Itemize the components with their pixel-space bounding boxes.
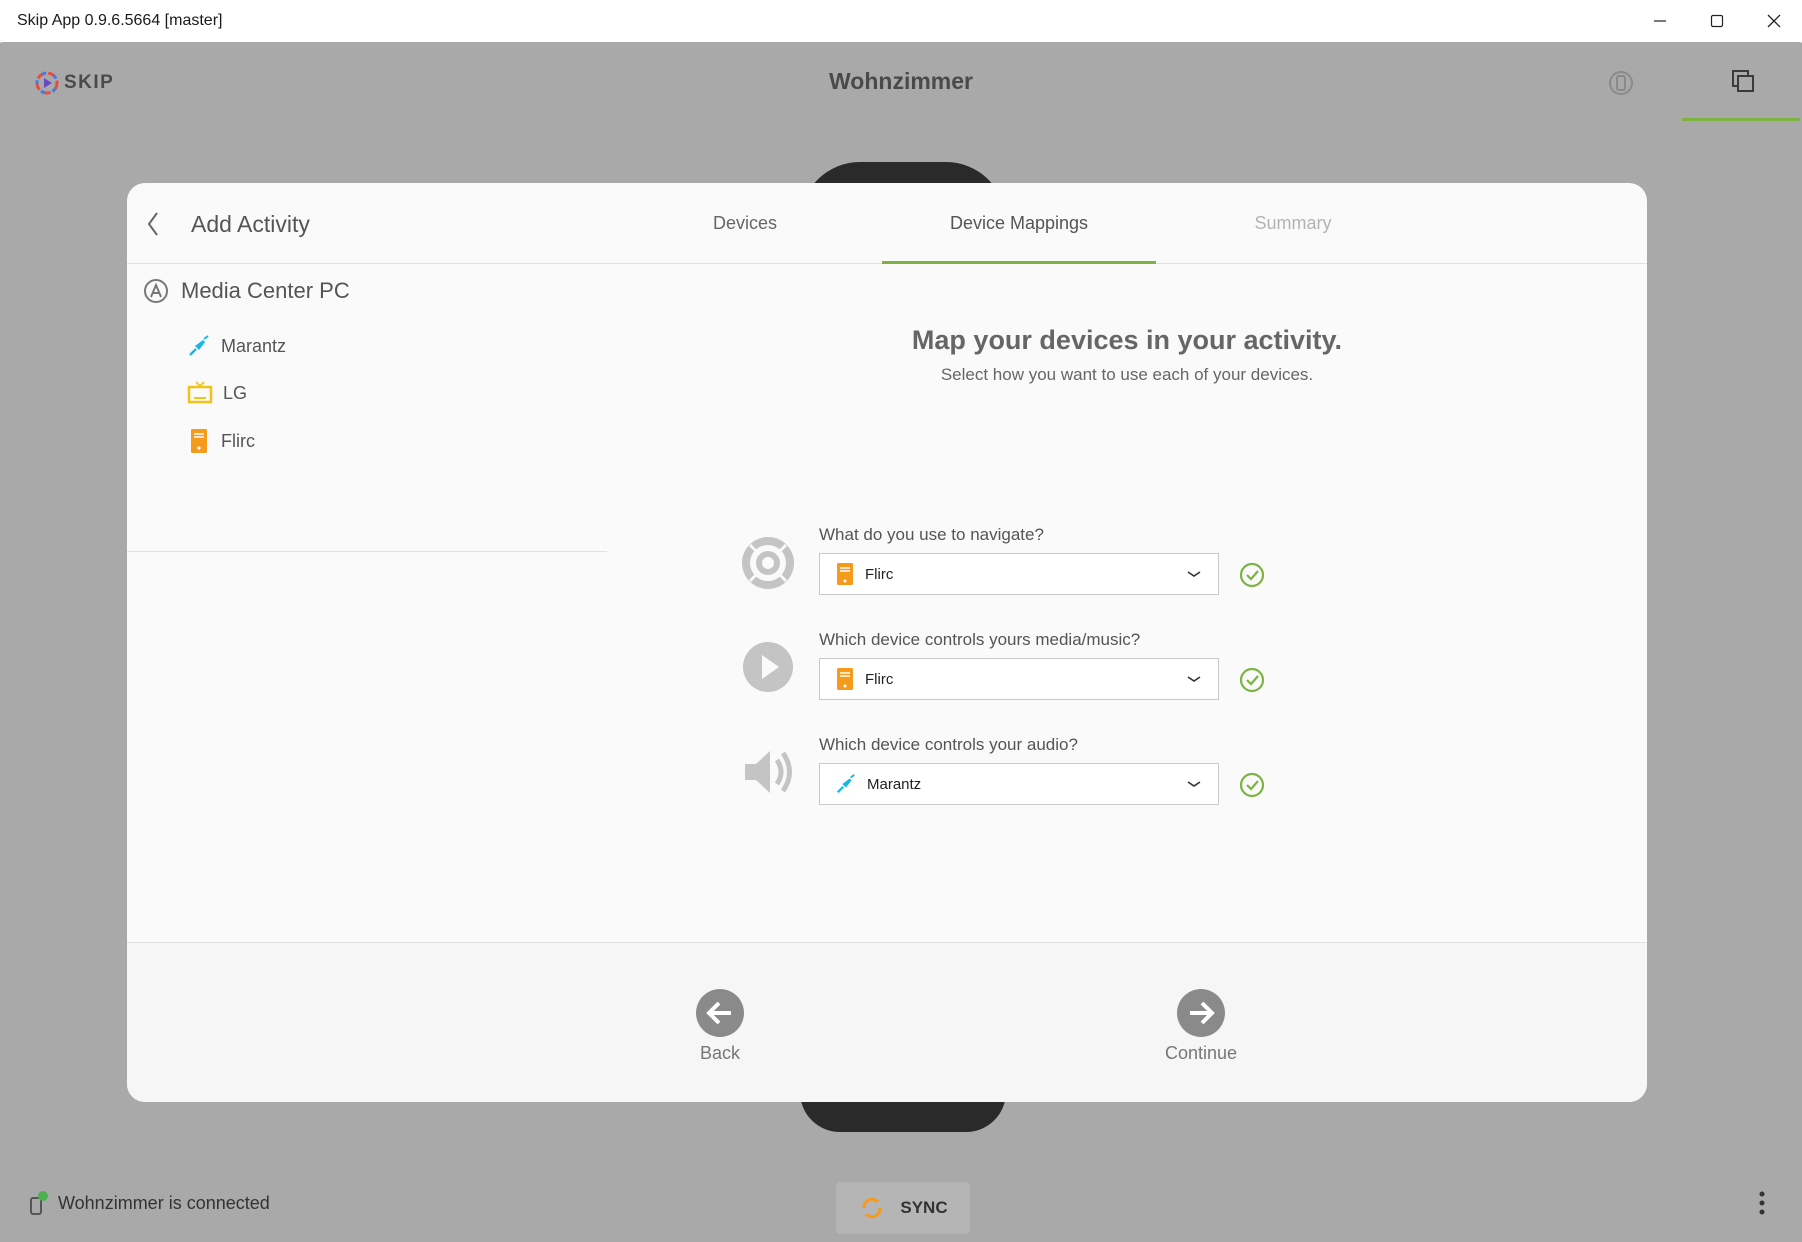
continue-button[interactable]: Continue: [1165, 988, 1237, 1064]
remote-connected-icon: [30, 1191, 48, 1215]
more-options-button[interactable]: [1758, 1190, 1766, 1221]
connection-status: Wohnzimmer is connected: [28, 1190, 270, 1216]
activity-item[interactable]: Media Center PC: [143, 278, 350, 304]
maximize-button[interactable]: [1688, 0, 1745, 42]
window-titlebar: Skip App 0.9.6.5664 [master]: [0, 0, 1802, 43]
header-tab-indicator: [1682, 118, 1800, 121]
audio-cable-icon: [189, 335, 209, 356]
play-icon: [742, 641, 794, 698]
close-icon: [1767, 14, 1780, 28]
dialog-title: Add Activity: [191, 211, 310, 237]
check-circle-icon: [1239, 667, 1265, 698]
sync-button[interactable]: SYNC: [836, 1182, 970, 1234]
tab-devices[interactable]: Devices: [608, 183, 882, 263]
maximize-icon: [1710, 14, 1723, 28]
navigate-device-select[interactable]: Flirc: [819, 553, 1219, 595]
back-label: Back: [699, 1043, 741, 1063]
audio-question: Which device controls your audio?: [819, 735, 1078, 754]
copy-icon: [1732, 70, 1754, 92]
remote-status-button[interactable]: [1607, 69, 1635, 102]
activity-a-icon: [144, 279, 168, 303]
close-button[interactable]: [1745, 0, 1802, 42]
sync-label: SYNC: [900, 1198, 948, 1217]
device-item-lg[interactable]: LG: [187, 381, 247, 405]
dialog-footer: Back Continue: [127, 943, 1647, 1102]
navigate-question: What do you use to navigate?: [819, 525, 1044, 544]
continue-label: Continue: [1165, 1043, 1238, 1063]
window-title: Skip App 0.9.6.5664 [master]: [17, 12, 223, 29]
chevron-down-icon: [1186, 779, 1202, 789]
mapping-heading: Map your devices in your activity.: [911, 325, 1343, 355]
device-label: Flirc: [221, 430, 255, 451]
device-item-flirc[interactable]: Flirc: [187, 428, 255, 454]
activities-tab-button[interactable]: [1730, 68, 1756, 99]
check-circle-icon: [1239, 772, 1265, 803]
window-controls: [1631, 0, 1802, 42]
select-value: Flirc: [865, 670, 894, 688]
activity-name: Media Center PC: [181, 278, 350, 303]
add-activity-dialog: Add Activity Devices Device Mappings Sum…: [127, 183, 1647, 1102]
media-device-select[interactable]: Flirc: [819, 658, 1219, 700]
media-box-icon: [835, 667, 855, 691]
speaker-icon: [742, 746, 796, 803]
chevron-down-icon: [1186, 674, 1202, 684]
media-question: Which device controls yours media/music?: [819, 630, 1141, 649]
device-label: LG: [223, 382, 248, 403]
dialog-back-button[interactable]: [145, 209, 163, 244]
more-vert-icon: [1759, 1191, 1765, 1215]
active-tab-indicator: [882, 261, 1156, 264]
chevron-left-icon: [147, 212, 158, 236]
mapping-subheading: Select how you want to use each of your …: [940, 365, 1314, 384]
remote-icon: [1609, 71, 1633, 95]
device-label: Marantz: [221, 335, 287, 356]
dialog-header: Add Activity Devices Device Mappings Sum…: [127, 183, 1647, 264]
check-circle-icon: [1239, 562, 1265, 593]
select-value: Marantz: [867, 775, 922, 793]
status-text: Wohnzimmer is connected: [58, 1192, 270, 1213]
select-value: Flirc: [865, 565, 894, 583]
media-box-icon: [835, 562, 855, 586]
sync-icon: [862, 1197, 882, 1219]
arrow-left-circle-icon: [696, 989, 744, 1037]
minimize-button[interactable]: [1631, 0, 1688, 42]
back-button[interactable]: Back: [695, 988, 745, 1064]
audio-cable-icon: [835, 773, 857, 795]
minimize-icon: [1653, 20, 1666, 22]
chevron-down-icon: [1186, 569, 1202, 579]
audio-device-select[interactable]: Marantz: [819, 763, 1219, 805]
panel-divider: [127, 551, 607, 552]
tab-device-mappings[interactable]: Device Mappings: [882, 183, 1156, 263]
tv-icon: [187, 381, 213, 404]
room-title: Wohnzimmer: [829, 68, 973, 94]
device-item-marantz[interactable]: Marantz: [187, 334, 286, 358]
tab-summary[interactable]: Summary: [1156, 183, 1430, 263]
navigate-icon: [742, 537, 794, 594]
arrow-right-circle-icon: [1177, 989, 1226, 1037]
media-box-icon: [191, 429, 207, 453]
